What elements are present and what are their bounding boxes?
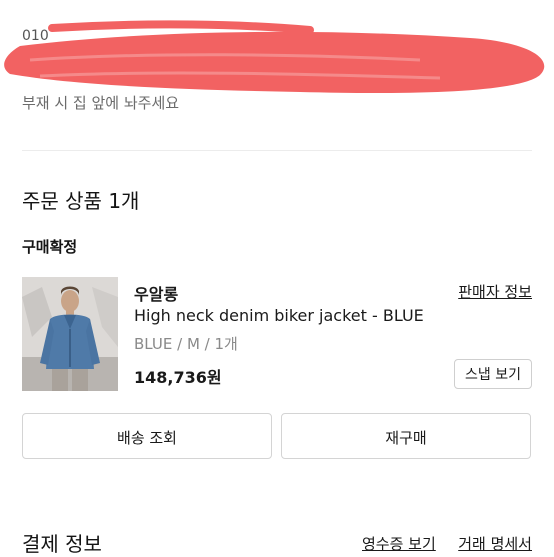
product-name[interactable]: High neck denim biker jacket - BLUE	[134, 306, 424, 325]
order-status: 구매확정	[22, 238, 78, 256]
view-receipt-link[interactable]: 영수증 보기	[362, 533, 436, 554]
redacted-address-scribble: 010 ...	[4, 20, 545, 94]
transaction-statement-link[interactable]: 거래 명세서	[458, 533, 532, 554]
payment-info-title: 결제 정보	[22, 532, 102, 556]
reorder-button[interactable]: 재구매	[281, 413, 531, 459]
seller-info-link[interactable]: 판매자 정보	[458, 281, 532, 302]
brand-name[interactable]: 우알롱	[134, 281, 178, 305]
section-divider	[22, 150, 532, 151]
view-snap-button[interactable]: 스냅 보기	[454, 359, 532, 389]
product-thumbnail[interactable]	[22, 277, 118, 391]
order-items-title: 주문 상품 1개	[22, 189, 140, 213]
product-price: 148,736원	[134, 368, 222, 387]
track-shipping-button[interactable]: 배송 조회	[22, 413, 272, 459]
product-photo-icon	[22, 277, 118, 391]
delivery-request-note: 부재 시 집 앞에 놔주세요	[22, 94, 180, 112]
product-options: BLUE / M / 1개	[134, 335, 238, 353]
svg-text:010: 010	[22, 28, 49, 44]
